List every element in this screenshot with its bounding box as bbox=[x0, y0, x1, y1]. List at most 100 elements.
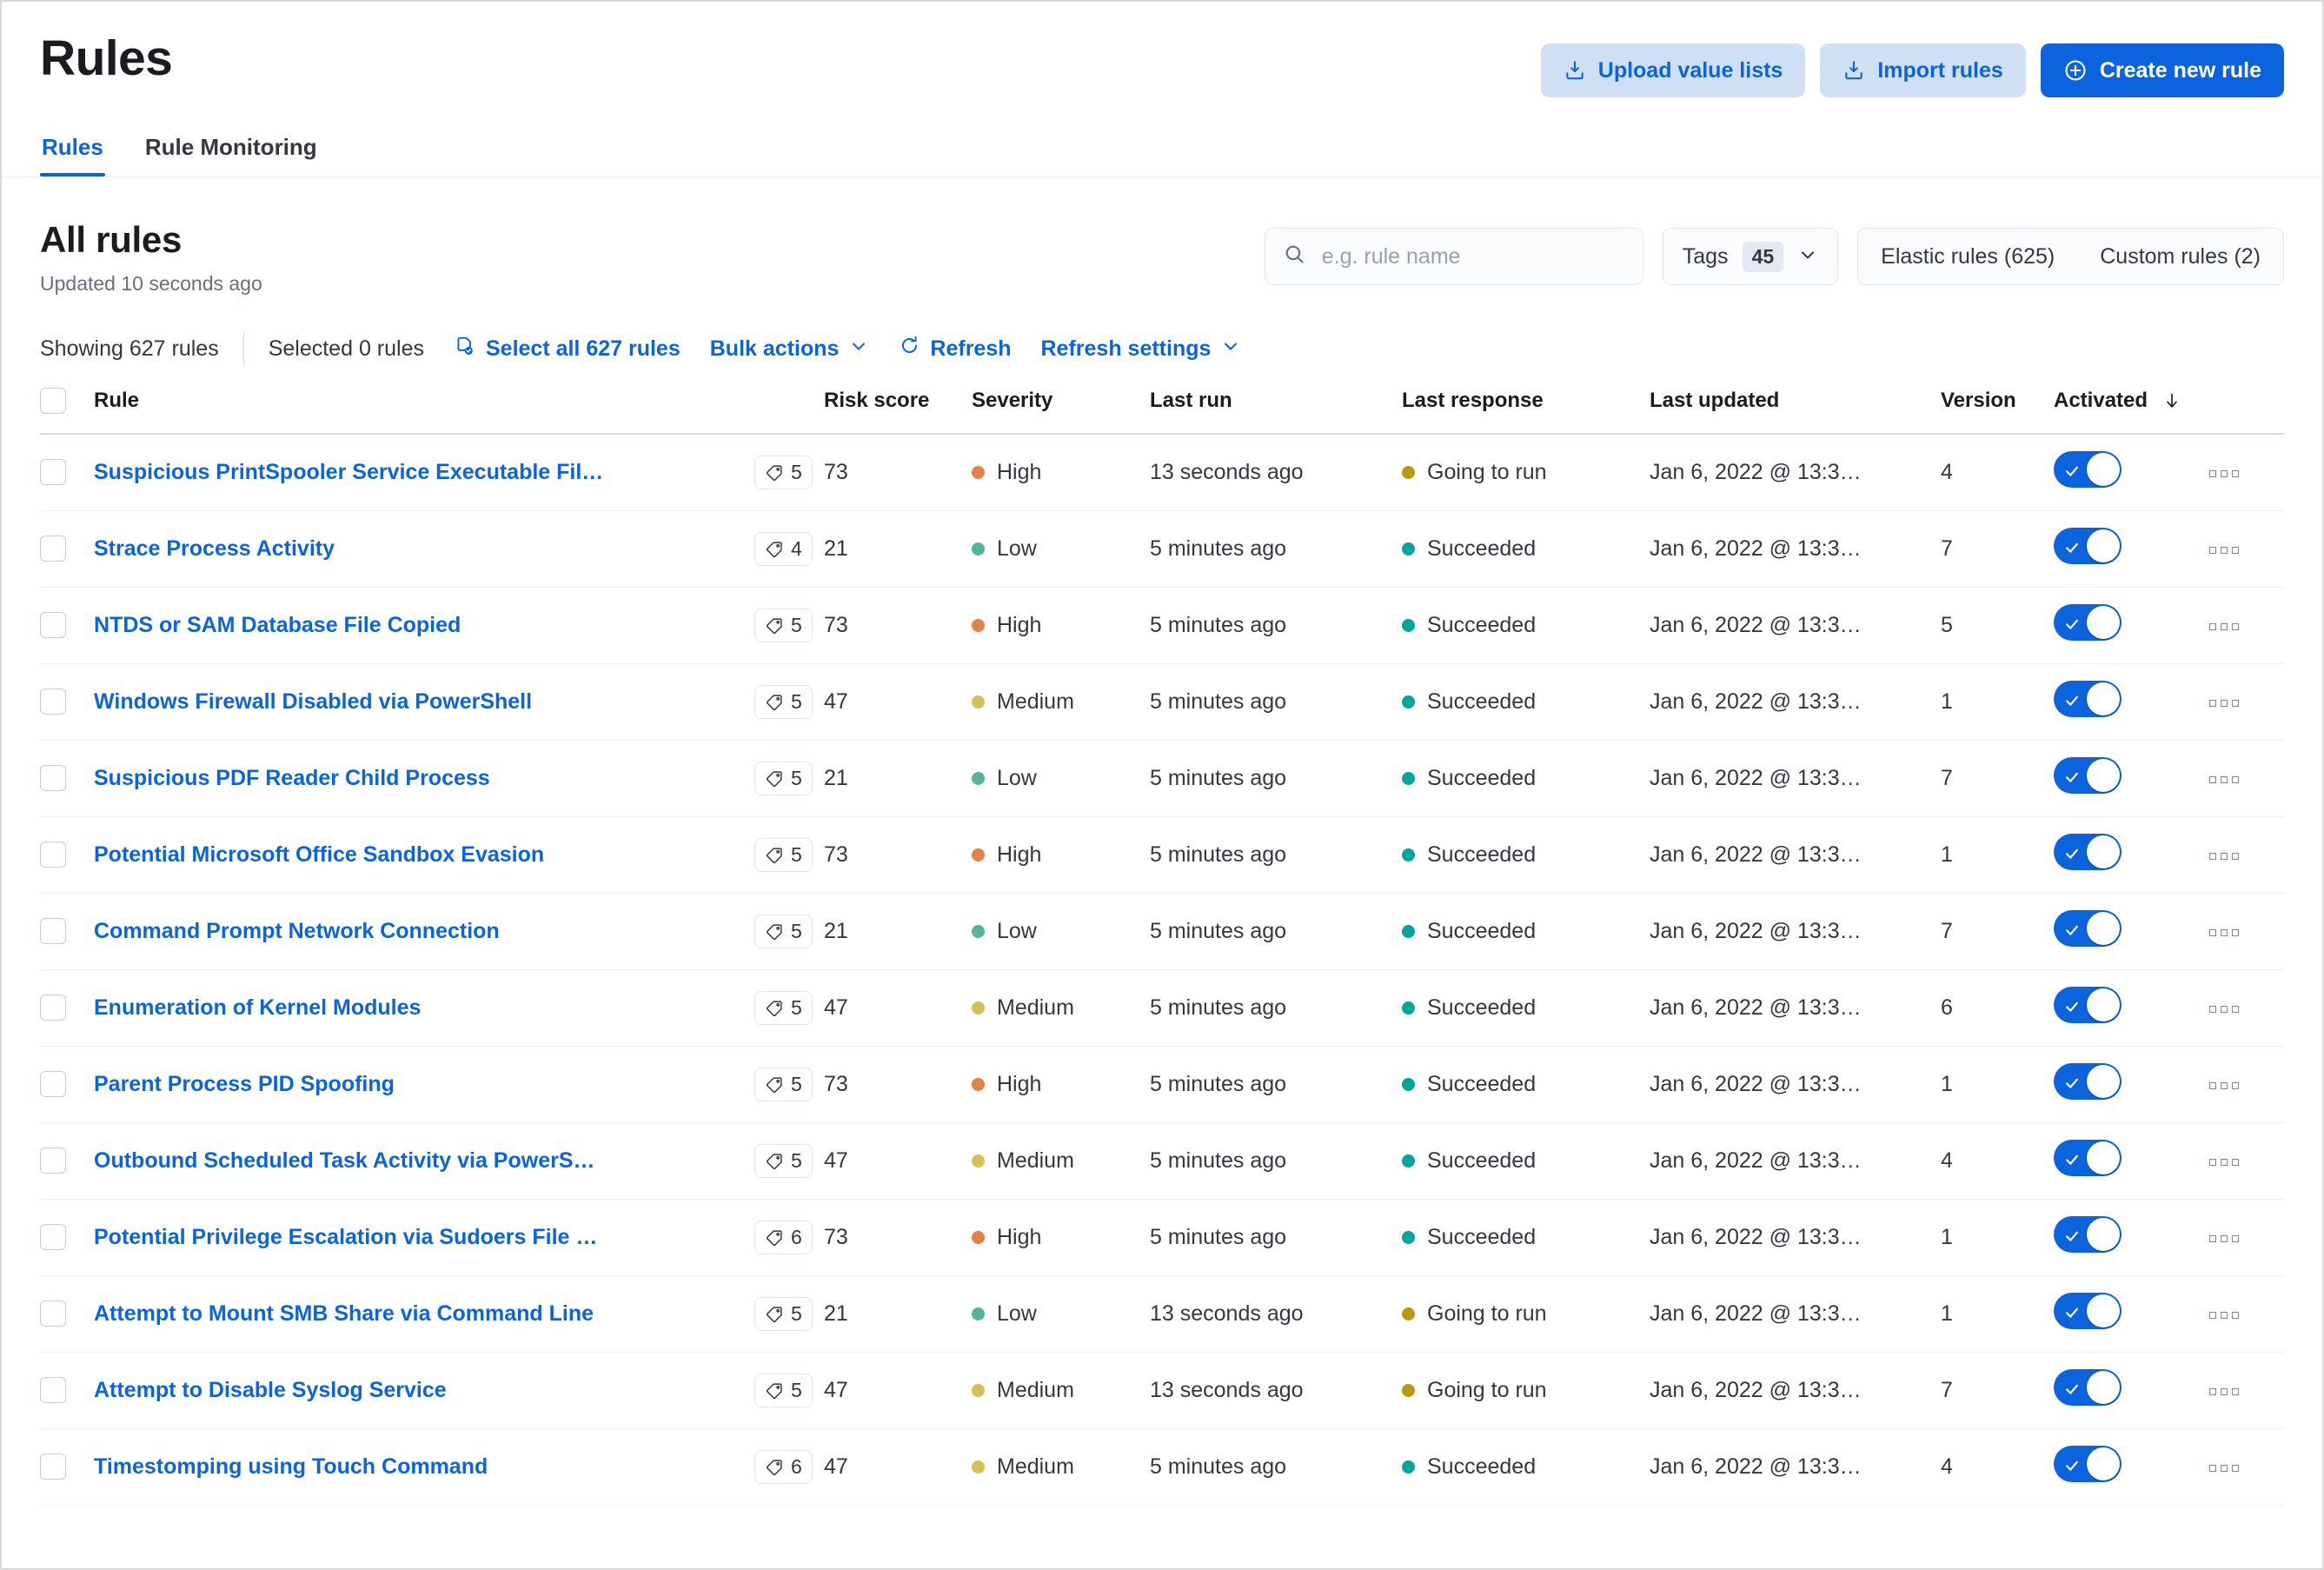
rule-name-cell: Suspicious PrintSpooler Service Executab… bbox=[94, 434, 754, 510]
activated-toggle[interactable] bbox=[2054, 1446, 2121, 1482]
column-header-last-updated[interactable]: Last updated bbox=[1650, 388, 1941, 434]
activated-toggle[interactable] bbox=[2054, 681, 2121, 717]
column-header-last-response[interactable]: Last response bbox=[1402, 388, 1650, 434]
severity-label: Medium bbox=[997, 1378, 1074, 1403]
row-actions-menu-button[interactable] bbox=[2206, 1303, 2242, 1327]
tags-badge[interactable]: 5 bbox=[754, 609, 813, 642]
tab-rules-label: Rules bbox=[42, 134, 103, 160]
tags-badge[interactable]: 5 bbox=[754, 915, 813, 948]
tags-badge[interactable]: 5 bbox=[754, 991, 813, 1025]
row-actions-menu-button[interactable] bbox=[2206, 768, 2242, 792]
row-checkbox[interactable] bbox=[40, 842, 66, 868]
refresh-settings-dropdown[interactable]: Refresh settings bbox=[1041, 336, 1242, 363]
refresh-button[interactable]: Refresh bbox=[899, 335, 1011, 363]
last-updated-cell: Jan 6, 2022 @ 13:3… bbox=[1650, 1428, 1941, 1505]
tags-badge[interactable]: 5 bbox=[754, 1297, 813, 1331]
create-new-rule-button[interactable]: Create new rule bbox=[2041, 43, 2284, 97]
tags-badge[interactable]: 6 bbox=[754, 1221, 813, 1254]
row-actions-menu-button[interactable] bbox=[2206, 615, 2242, 639]
tab-rules[interactable]: Rules bbox=[40, 134, 105, 176]
rule-name-link[interactable]: Attempt to Mount SMB Share via Command L… bbox=[94, 1301, 754, 1327]
column-header-activated[interactable]: Activated bbox=[2054, 388, 2284, 434]
row-checkbox[interactable] bbox=[40, 536, 66, 562]
row-checkbox[interactable] bbox=[40, 1071, 66, 1097]
tags-badge[interactable]: 6 bbox=[754, 1450, 813, 1484]
tags-badge[interactable]: 4 bbox=[754, 532, 813, 566]
row-actions-menu-button[interactable] bbox=[2206, 1456, 2242, 1480]
search-box[interactable] bbox=[1265, 228, 1643, 285]
activated-toggle[interactable] bbox=[2054, 1216, 2121, 1253]
rule-name-link[interactable]: Windows Firewall Disabled via PowerShell bbox=[94, 689, 754, 715]
row-checkbox[interactable] bbox=[40, 1454, 66, 1480]
tags-badge[interactable]: 5 bbox=[754, 456, 813, 489]
row-checkbox[interactable] bbox=[40, 995, 66, 1021]
row-actions-menu-button[interactable] bbox=[2206, 844, 2242, 868]
activated-toggle[interactable] bbox=[2054, 987, 2121, 1023]
search-input[interactable] bbox=[1322, 244, 1625, 269]
tags-count: 4 bbox=[791, 537, 802, 561]
activated-toggle[interactable] bbox=[2054, 1293, 2121, 1329]
activated-toggle[interactable] bbox=[2054, 1140, 2121, 1176]
column-header-risk-score[interactable]: Risk score bbox=[824, 388, 972, 434]
row-checkbox[interactable] bbox=[40, 918, 66, 944]
activated-toggle[interactable] bbox=[2054, 604, 2121, 641]
row-checkbox[interactable] bbox=[40, 612, 66, 638]
row-actions-menu-button[interactable] bbox=[2206, 1150, 2242, 1174]
tags-badge[interactable]: 5 bbox=[754, 1374, 813, 1407]
row-actions-menu-button[interactable] bbox=[2206, 462, 2242, 486]
activated-toggle[interactable] bbox=[2054, 910, 2121, 947]
tags-badge[interactable]: 5 bbox=[754, 685, 813, 719]
bulk-actions-dropdown[interactable]: Bulk actions bbox=[710, 336, 870, 363]
row-actions-menu-button[interactable] bbox=[2206, 538, 2242, 562]
rule-name-link[interactable]: Suspicious PrintSpooler Service Executab… bbox=[94, 460, 754, 485]
row-actions-menu-button[interactable] bbox=[2206, 1380, 2242, 1404]
column-header-severity[interactable]: Severity bbox=[972, 388, 1150, 434]
table-row: Attempt to Mount SMB Share via Command L… bbox=[40, 1275, 2284, 1352]
row-actions-menu-button[interactable] bbox=[2206, 691, 2242, 715]
tags-badge[interactable]: 5 bbox=[754, 838, 813, 872]
custom-rules-toggle[interactable]: Custom rules (2) bbox=[2077, 229, 2283, 284]
import-rules-button[interactable]: Import rules bbox=[1820, 43, 2025, 97]
tab-rule-monitoring[interactable]: Rule Monitoring bbox=[143, 134, 319, 176]
column-header-last-run[interactable]: Last run bbox=[1150, 388, 1402, 434]
rule-name-link[interactable]: Suspicious PDF Reader Child Process bbox=[94, 766, 754, 791]
row-actions-menu-button[interactable] bbox=[2206, 1074, 2242, 1098]
row-checkbox[interactable] bbox=[40, 1224, 66, 1250]
row-actions-menu-button[interactable] bbox=[2206, 921, 2242, 945]
tags-badge[interactable]: 5 bbox=[754, 1144, 813, 1178]
tags-filter-dropdown[interactable]: Tags 45 bbox=[1663, 228, 1838, 285]
rule-name-link[interactable]: Timestomping using Touch Command bbox=[94, 1454, 754, 1480]
check-icon bbox=[2063, 920, 2081, 945]
rule-name-link[interactable]: Parent Process PID Spoofing bbox=[94, 1072, 754, 1097]
select-all-rules-button[interactable]: Select all 627 rules bbox=[454, 335, 681, 363]
column-header-version[interactable]: Version bbox=[1941, 388, 2054, 434]
activated-toggle[interactable] bbox=[2054, 834, 2121, 870]
rule-name-link[interactable]: Strace Process Activity bbox=[94, 536, 754, 562]
upload-value-lists-button[interactable]: Upload value lists bbox=[1541, 43, 1806, 97]
activated-toggle[interactable] bbox=[2054, 528, 2121, 564]
select-all-checkbox[interactable] bbox=[40, 388, 66, 414]
row-checkbox[interactable] bbox=[40, 1301, 66, 1327]
rule-name-link[interactable]: NTDS or SAM Database File Copied bbox=[94, 613, 754, 638]
activated-toggle[interactable] bbox=[2054, 451, 2121, 488]
activated-toggle[interactable] bbox=[2054, 1063, 2121, 1100]
column-header-rule[interactable]: Rule bbox=[94, 388, 754, 434]
row-checkbox[interactable] bbox=[40, 689, 66, 715]
row-checkbox[interactable] bbox=[40, 765, 66, 791]
row-checkbox[interactable] bbox=[40, 459, 66, 485]
row-actions-menu-button[interactable] bbox=[2206, 1227, 2242, 1251]
rule-name-link[interactable]: Attempt to Disable Syslog Service bbox=[94, 1378, 754, 1403]
tags-badge[interactable]: 5 bbox=[754, 1068, 813, 1101]
activated-toggle[interactable] bbox=[2054, 757, 2121, 794]
activated-toggle[interactable] bbox=[2054, 1369, 2121, 1406]
rule-name-link[interactable]: Potential Microsoft Office Sandbox Evasi… bbox=[94, 842, 754, 868]
rule-name-link[interactable]: Potential Privilege Escalation via Sudoe… bbox=[94, 1225, 754, 1250]
row-checkbox[interactable] bbox=[40, 1148, 66, 1174]
rule-name-link[interactable]: Command Prompt Network Connection bbox=[94, 919, 754, 944]
rule-name-link[interactable]: Outbound Scheduled Task Activity via Pow… bbox=[94, 1148, 754, 1174]
rule-name-link[interactable]: Enumeration of Kernel Modules bbox=[94, 995, 754, 1021]
elastic-rules-toggle[interactable]: Elastic rules (625) bbox=[1858, 229, 2077, 284]
tags-badge[interactable]: 5 bbox=[754, 762, 813, 795]
row-checkbox[interactable] bbox=[40, 1377, 66, 1403]
row-actions-menu-button[interactable] bbox=[2206, 997, 2242, 1021]
